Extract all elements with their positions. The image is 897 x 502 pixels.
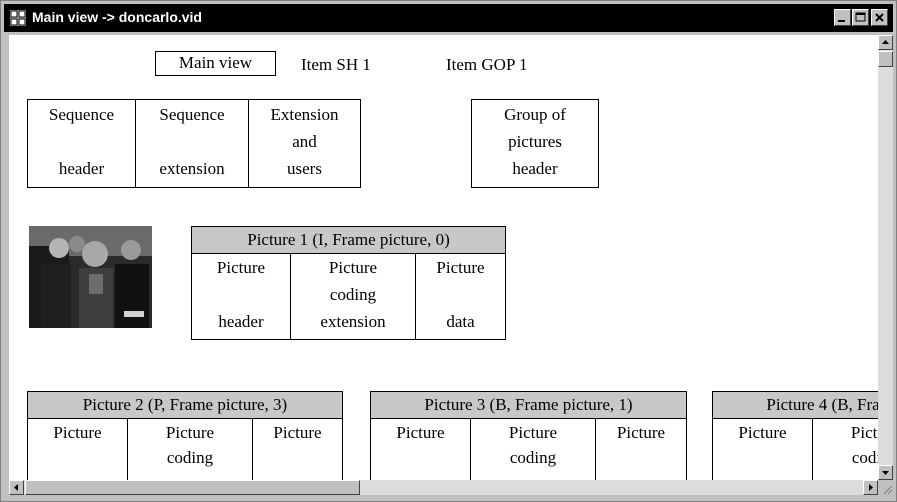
- maximize-button[interactable]: [852, 9, 869, 26]
- minimize-button[interactable]: [834, 9, 851, 26]
- window-title: Main view -> doncarlo.vid: [32, 9, 202, 25]
- close-button[interactable]: [871, 9, 888, 26]
- scroll-up-button[interactable]: [878, 35, 893, 50]
- picture-2-title: Picture 2 (P, Frame picture, 3): [28, 392, 342, 418]
- picture-3-title: Picture 3 (B, Frame picture, 1): [371, 392, 686, 418]
- item-sh-label[interactable]: Item SH 1: [301, 55, 371, 75]
- app-window: Main view -> doncarlo.vid Main view Item…: [0, 0, 897, 502]
- picture-4-title: Picture 4 (B, Frame picture, 2): [713, 392, 878, 418]
- arrow-down-icon: [882, 471, 889, 475]
- gop-header-cell[interactable]: Group of pictures header: [471, 99, 599, 188]
- picture-1-block[interactable]: Picture 1 (I, Frame picture, 0) Picture …: [191, 226, 506, 340]
- scroll-left-button[interactable]: [9, 480, 24, 495]
- arrow-left-icon: [14, 484, 18, 491]
- horizontal-scrollbar[interactable]: [9, 480, 878, 495]
- main-canvas: Main view Item SH 1 Item GOP 1 Sequence …: [9, 35, 878, 480]
- picture-3-block[interactable]: Picture 3 (B, Frame picture, 1) Picture …: [370, 391, 687, 480]
- title-bar[interactable]: Main view -> doncarlo.vid: [4, 4, 893, 32]
- picture-1-title: Picture 1 (I, Frame picture, 0): [192, 227, 505, 253]
- sequence-structure-table: Sequence header Sequence extension Exten…: [27, 99, 361, 188]
- resize-grip-icon: [883, 485, 893, 495]
- resize-grip[interactable]: [878, 480, 893, 495]
- maximize-icon: [855, 12, 866, 22]
- picture-4-block[interactable]: Picture 4 (B, Frame picture, 2) Picture …: [712, 391, 878, 480]
- close-icon: [875, 13, 884, 22]
- picture-2-block[interactable]: Picture 2 (P, Frame picture, 3) Picture …: [27, 391, 343, 480]
- frame-thumbnail[interactable]: [29, 226, 152, 328]
- arrow-right-icon: [869, 484, 873, 491]
- horizontal-scroll-thumb[interactable]: [25, 480, 360, 495]
- main-view-label: Main view: [178, 53, 253, 72]
- item-gop-label[interactable]: Item GOP 1: [446, 55, 528, 75]
- arrow-up-icon: [882, 40, 889, 44]
- minimize-icon: [838, 20, 845, 22]
- app-grid-icon: [10, 10, 26, 26]
- main-view-button[interactable]: Main view: [155, 51, 276, 76]
- vertical-scrollbar[interactable]: [878, 35, 893, 480]
- scroll-down-button[interactable]: [878, 465, 893, 480]
- vertical-scroll-thumb[interactable]: [878, 51, 893, 67]
- scroll-right-button[interactable]: [863, 480, 878, 495]
